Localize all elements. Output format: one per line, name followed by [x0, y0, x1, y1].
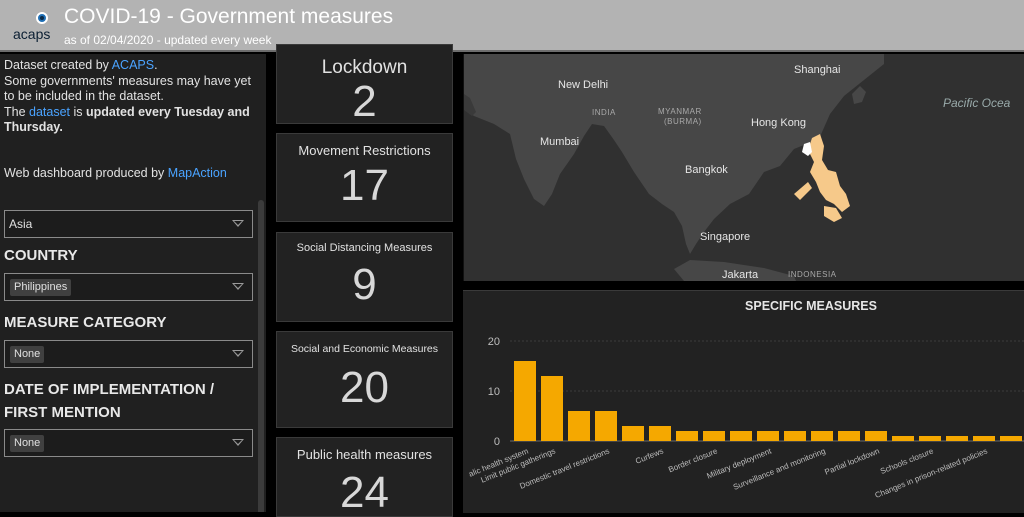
date-select[interactable]: None: [4, 429, 253, 457]
bar[interactable]: [838, 431, 860, 441]
date-chip: None: [10, 435, 45, 452]
bar[interactable]: [1000, 436, 1022, 441]
y-tick-label: 0: [494, 436, 500, 448]
bar[interactable]: [946, 436, 968, 441]
tile-social-distancing: Social Distancing Measures 9: [276, 232, 453, 322]
dataset-link[interactable]: dataset: [29, 105, 70, 119]
date-label: DATE OF IMPLEMENTATION / FIRST MENTION: [4, 381, 214, 421]
tile-value: 20: [340, 363, 389, 412]
country-chip: Philippines: [10, 279, 72, 296]
bar[interactable]: [541, 376, 563, 441]
land-taiwan: [852, 86, 866, 104]
region-value: Asia: [9, 217, 33, 231]
specific-measures-panel: SPECIFIC MEASURES 0 10 20 alic health syste…: [463, 290, 1024, 513]
tile-label: Movement Restrictions: [298, 143, 431, 158]
x-tick-label: Curfews: [634, 447, 665, 466]
bar[interactable]: [514, 361, 536, 441]
tile-label: Social Distancing Measures: [296, 242, 433, 254]
bar[interactable]: [622, 426, 644, 441]
x-tick-label: Surveillance and monitoring: [732, 447, 827, 492]
dataset-info: Dataset created by ACAPS. Some governmen…: [4, 58, 254, 136]
measure-category-select[interactable]: None: [4, 340, 253, 368]
tile-social-economic: Social and Economic Measures 20: [276, 331, 453, 428]
tile-value: 17: [340, 161, 389, 210]
tile-value: 24: [340, 468, 389, 517]
chevron-down-icon[interactable]: [232, 283, 244, 290]
y-tick-label: 10: [488, 386, 500, 398]
info-text: Some governments' measures may have yet …: [4, 73, 251, 104]
city-label: Hong Kong: [751, 117, 807, 129]
measure-category-label: MEASURE CATEGORY: [4, 314, 167, 331]
credit-text: Web dashboard produced by MapAction: [4, 166, 227, 180]
tile-value: 2: [352, 77, 377, 124]
bar[interactable]: [892, 436, 914, 441]
bar[interactable]: [676, 431, 698, 441]
page-subtitle: as of 02/04/2020 - updated every week: [64, 33, 272, 47]
sidebar-scrollbar[interactable]: [258, 200, 264, 512]
tile-label: Public health measures: [296, 447, 433, 462]
acaps-logo-icon: [36, 12, 48, 24]
info-text: is: [70, 104, 87, 119]
country-label: MYANMAR: [658, 107, 702, 116]
bar[interactable]: [919, 436, 941, 441]
country-label: COUNTRY: [4, 247, 78, 264]
bar[interactable]: [811, 431, 833, 441]
measure-chip: None: [10, 346, 45, 363]
region-select[interactable]: Asia: [4, 210, 253, 238]
bar[interactable]: [757, 431, 779, 441]
bar[interactable]: [784, 431, 806, 441]
philippines-highlight[interactable]: [808, 134, 850, 212]
country-label: INDONESIA: [788, 270, 837, 279]
acaps-link[interactable]: ACAPS: [112, 58, 154, 72]
country-select[interactable]: Philippines: [4, 273, 253, 301]
x-tick-label: Partial lockdown: [823, 447, 880, 477]
bar[interactable]: [973, 436, 995, 441]
specific-measures-chart: 01020alic health systemLimit public gath…: [467, 336, 1024, 500]
map-view[interactable]: Shanghai New Delhi Hong Kong Mumbai Bang…: [463, 54, 1024, 281]
city-label: Mumbai: [540, 136, 580, 148]
chevron-down-icon[interactable]: [232, 350, 244, 357]
logo-text: acaps: [13, 26, 51, 42]
country-label: (BURMA): [664, 117, 702, 126]
bar[interactable]: [649, 426, 671, 441]
philippines-palawan[interactable]: [794, 182, 812, 200]
acaps-logo[interactable]: acaps: [10, 8, 54, 48]
chevron-down-icon[interactable]: [232, 439, 244, 446]
app-header: acaps COVID-19 - Government measures as …: [0, 0, 1024, 52]
bar[interactable]: [730, 431, 752, 441]
tile-public-health: Public health measures 24: [276, 437, 453, 517]
info-text: .: [154, 58, 158, 72]
city-label: New Delhi: [558, 79, 609, 91]
city-label: Shanghai: [794, 64, 841, 76]
credit-prefix: Web dashboard produced by: [4, 166, 168, 180]
mapaction-link[interactable]: MapAction: [168, 166, 227, 180]
chevron-down-icon[interactable]: [232, 220, 244, 227]
tile-value: 9: [352, 260, 377, 309]
tile-lockdown: Lockdown 2: [276, 44, 453, 124]
tile-movement-restrictions: Movement Restrictions 17: [276, 133, 453, 222]
y-tick-label: 20: [488, 336, 500, 348]
ocean-label: Pacific Ocea: [943, 96, 1011, 110]
chart-title-text: SPECIFIC MEASURES: [745, 299, 877, 313]
tile-label: Social and Economic Measures: [290, 343, 439, 355]
page-title: COVID-19 - Government measures: [64, 5, 394, 28]
bar[interactable]: [595, 411, 617, 441]
tile-label: Lockdown: [321, 57, 408, 78]
info-text: Dataset created by: [4, 58, 112, 72]
city-label: Bangkok: [685, 164, 728, 176]
bar[interactable]: [865, 431, 887, 441]
info-text: The: [4, 104, 30, 119]
bar[interactable]: [568, 411, 590, 441]
country-label: INDIA: [592, 108, 616, 117]
city-label: Jakarta: [722, 269, 759, 281]
chart-title: SPECIFIC MEASURES: [463, 299, 1024, 313]
city-label: Singapore: [700, 231, 751, 243]
bar[interactable]: [703, 431, 725, 441]
sidebar: Dataset created by ACAPS. Some governmen…: [0, 54, 266, 512]
x-tick-label: Domestic travel restrictions: [518, 447, 610, 491]
map-basemap: [464, 54, 884, 281]
